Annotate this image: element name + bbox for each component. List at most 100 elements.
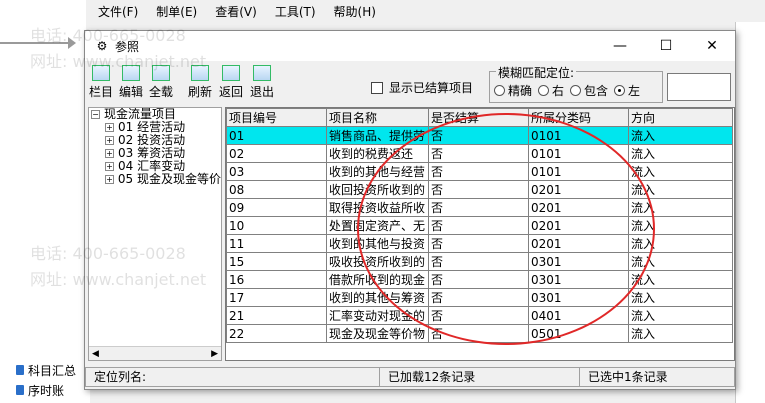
nav-item-journal[interactable]: 序时账 bbox=[0, 380, 90, 400]
table-row[interactable]: 03 收到的其他与经营否 0101 流入 bbox=[226, 162, 733, 181]
radio-left[interactable]: 左 bbox=[614, 82, 640, 99]
table-cell[interactable]: 收回投资所收到的 bbox=[326, 180, 429, 199]
radio-dot[interactable] bbox=[494, 85, 505, 96]
header-direction[interactable]: 方向 bbox=[628, 108, 733, 127]
table-cell[interactable]: 流入 bbox=[628, 180, 733, 199]
table-cell[interactable]: 0201 bbox=[528, 198, 629, 217]
table-cell[interactable]: 流入 bbox=[628, 162, 733, 181]
expand-icon[interactable]: + bbox=[105, 123, 114, 132]
table-cell[interactable]: 收到的其他与投资 bbox=[326, 234, 429, 253]
table-cell[interactable]: 0201 bbox=[528, 180, 629, 199]
table-cell[interactable]: 收到的税费返还 bbox=[326, 144, 429, 163]
tree-horizontal-scrollbar[interactable]: ◀ ▶ bbox=[89, 346, 221, 360]
table-cell[interactable]: 02 bbox=[226, 144, 327, 163]
table-cell[interactable]: 否 bbox=[428, 162, 529, 181]
table-cell[interactable]: 流入 bbox=[628, 252, 733, 271]
table-cell[interactable]: 0201 bbox=[528, 216, 629, 235]
table-row[interactable]: 08 收回投资所收到的否 0201 流入 bbox=[226, 180, 733, 199]
table-row[interactable]: 02 收到的税费返还否 0101 流入 bbox=[226, 144, 733, 163]
table-cell[interactable]: 流入 bbox=[628, 216, 733, 235]
table-cell[interactable]: 21 bbox=[226, 306, 327, 325]
table-cell[interactable]: 09 bbox=[226, 198, 327, 217]
table-cell[interactable]: 0301 bbox=[528, 270, 629, 289]
table-cell[interactable]: 17 bbox=[226, 288, 327, 307]
table-cell[interactable]: 0101 bbox=[528, 126, 629, 145]
table-cell[interactable]: 否 bbox=[428, 252, 529, 271]
table-row[interactable]: 21 汇率变动对现金的否 0401 流入 bbox=[226, 306, 733, 325]
table-cell[interactable]: 借款所收到的现金 bbox=[326, 270, 429, 289]
collapse-icon[interactable]: − bbox=[91, 110, 100, 119]
exit-button[interactable]: 退出 bbox=[249, 63, 275, 100]
table-cell[interactable]: 否 bbox=[428, 126, 529, 145]
table-cell[interactable]: 0501 bbox=[528, 324, 629, 343]
menu-voucher[interactable]: 制单(E) bbox=[156, 3, 197, 20]
radio-right[interactable]: 右 bbox=[538, 82, 564, 99]
table-cell[interactable]: 0301 bbox=[528, 252, 629, 271]
column-button[interactable]: 栏目 bbox=[88, 63, 114, 100]
table-cell[interactable]: 否 bbox=[428, 324, 529, 343]
table-cell[interactable]: 08 bbox=[226, 180, 327, 199]
menu-view[interactable]: 查看(V) bbox=[215, 3, 257, 20]
table-cell[interactable]: 取得投资收益所收 bbox=[326, 198, 429, 217]
table-cell[interactable]: 处置固定资产、无 bbox=[326, 216, 429, 235]
expand-icon[interactable]: + bbox=[105, 175, 114, 184]
table-cell[interactable]: 流入 bbox=[628, 270, 733, 289]
table-cell[interactable]: 15 bbox=[226, 252, 327, 271]
maximize-button[interactable]: ☐ bbox=[643, 31, 689, 61]
menu-tools[interactable]: 工具(T) bbox=[275, 3, 316, 20]
refresh-button[interactable]: 刷新 bbox=[187, 63, 213, 100]
radio-contains[interactable]: 包含 bbox=[570, 82, 608, 99]
menu-help[interactable]: 帮助(H) bbox=[334, 3, 376, 20]
table-cell[interactable]: 否 bbox=[428, 270, 529, 289]
table-cell[interactable]: 吸收投资所收到的 bbox=[326, 252, 429, 271]
table-cell[interactable]: 否 bbox=[428, 216, 529, 235]
table-cell[interactable]: 0301 bbox=[528, 288, 629, 307]
show-settled-checkbox[interactable]: 显示已结算项目 bbox=[371, 79, 473, 96]
scroll-left-icon[interactable]: ◀ bbox=[92, 349, 99, 359]
table-cell[interactable]: 流入 bbox=[628, 234, 733, 253]
table-cell[interactable]: 03 bbox=[226, 162, 327, 181]
close-button[interactable]: ✕ bbox=[689, 31, 735, 61]
table-cell[interactable]: 流入 bbox=[628, 324, 733, 343]
table-cell[interactable]: 否 bbox=[428, 180, 529, 199]
table-cell[interactable]: 16 bbox=[226, 270, 327, 289]
table-cell[interactable]: 否 bbox=[428, 306, 529, 325]
menu-file[interactable]: 文件(F) bbox=[98, 3, 138, 20]
radio-dot-selected[interactable] bbox=[614, 85, 626, 96]
header-settled[interactable]: 是否结算 bbox=[428, 108, 529, 127]
table-cell[interactable]: 否 bbox=[428, 234, 529, 253]
tree-item[interactable]: +05 现金及现金等价 bbox=[89, 173, 221, 186]
header-name[interactable]: 项目名称 bbox=[326, 108, 429, 127]
table-cell[interactable]: 汇率变动对现金的 bbox=[326, 306, 429, 325]
table-cell[interactable]: 0401 bbox=[528, 306, 629, 325]
header-code[interactable]: 项目编号 bbox=[226, 108, 327, 127]
table-row[interactable]: 01 销售商品、提供劳否 0101 流入 bbox=[226, 126, 733, 145]
radio-exact[interactable]: 精确 bbox=[494, 82, 532, 99]
scroll-right-icon[interactable]: ▶ bbox=[211, 349, 218, 359]
table-cell[interactable]: 0101 bbox=[528, 162, 629, 181]
checkbox-box[interactable] bbox=[371, 81, 383, 94]
table-cell[interactable]: 否 bbox=[428, 144, 529, 163]
table-cell[interactable]: 11 bbox=[226, 234, 327, 253]
table-cell[interactable]: 流入 bbox=[628, 144, 733, 163]
table-cell[interactable]: 现金及现金等价物 bbox=[326, 324, 429, 343]
back-button[interactable]: 返回 bbox=[218, 63, 244, 100]
header-category[interactable]: 所属分类码 bbox=[528, 108, 629, 127]
table-row[interactable]: 22 现金及现金等价物否 0501 流入 bbox=[226, 324, 733, 343]
table-row[interactable]: 15 吸收投资所收到的否 0301 流入 bbox=[226, 252, 733, 271]
edit-button[interactable]: 编辑 bbox=[118, 63, 144, 100]
table-cell[interactable]: 0101 bbox=[528, 144, 629, 163]
expand-icon[interactable]: + bbox=[105, 162, 114, 171]
table-cell[interactable]: 22 bbox=[226, 324, 327, 343]
table-cell[interactable]: 0201 bbox=[528, 234, 629, 253]
radio-dot[interactable] bbox=[538, 85, 550, 96]
table-cell[interactable]: 10 bbox=[226, 216, 327, 235]
table-cell[interactable]: 销售商品、提供劳 bbox=[326, 126, 429, 145]
table-cell[interactable]: 01 bbox=[226, 126, 327, 145]
table-cell[interactable]: 否 bbox=[428, 288, 529, 307]
selectall-button[interactable]: 全载 bbox=[148, 63, 174, 100]
table-row[interactable]: 17 收到的其他与筹资否 0301 流入 bbox=[226, 288, 733, 307]
table-cell[interactable]: 流入 bbox=[628, 126, 733, 145]
table-cell[interactable]: 收到的其他与筹资 bbox=[326, 288, 429, 307]
expand-icon[interactable]: + bbox=[105, 149, 114, 158]
